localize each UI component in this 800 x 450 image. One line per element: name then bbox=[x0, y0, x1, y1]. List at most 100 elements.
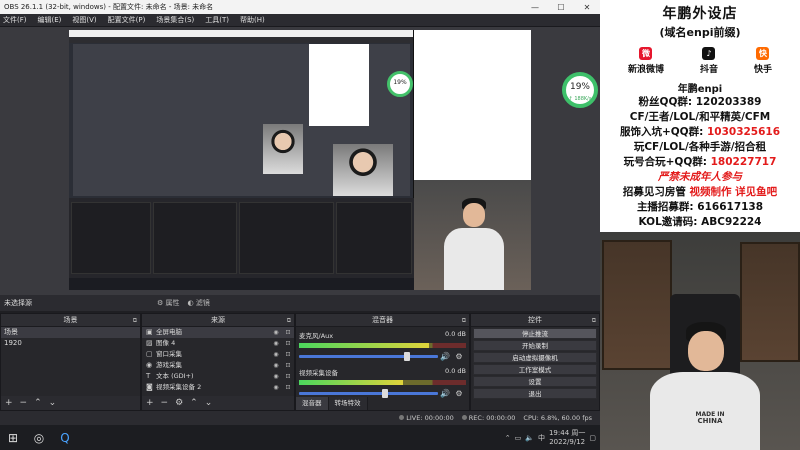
lock-icon[interactable]: ⊡ bbox=[282, 360, 294, 371]
volume-slider[interactable] bbox=[299, 352, 438, 361]
speaker-icon[interactable]: 🔊 bbox=[438, 389, 452, 398]
minimize-icon[interactable]: — bbox=[522, 3, 548, 12]
windows-start-icon[interactable]: ⊞ bbox=[0, 425, 26, 450]
preview-canvas[interactable] bbox=[69, 30, 531, 290]
menu-help[interactable]: 帮助(H) bbox=[240, 15, 265, 25]
properties-button[interactable]: ⚙ 属性 bbox=[157, 298, 180, 308]
scene-item[interactable]: 1920 bbox=[1, 338, 140, 349]
nested-scenes-dock bbox=[71, 202, 151, 274]
mixer-channel: 视频采集设备 0.0 dB 🔊 ⚙ bbox=[299, 367, 466, 401]
visibility-icon[interactable]: ◉ bbox=[270, 371, 282, 382]
stop-streaming-button[interactable]: 停止推流 bbox=[473, 328, 597, 339]
scene-item[interactable]: 场景 bbox=[1, 327, 140, 338]
gear-icon[interactable]: ⚙ bbox=[175, 398, 183, 408]
nested-titlebar bbox=[69, 30, 413, 37]
move-up-icon[interactable]: ⌃ bbox=[34, 398, 42, 408]
gauge-rate: ↑ 188K/s bbox=[568, 96, 592, 102]
visibility-icon[interactable]: ◉ bbox=[270, 338, 282, 349]
ime-icon[interactable]: 中 bbox=[538, 433, 545, 443]
filters-button[interactable]: ◐ 滤镜 bbox=[188, 298, 210, 308]
source-item[interactable]: ◙ 视频采集设备 2 ◉ ⊡ bbox=[142, 382, 294, 393]
dock-float-icon[interactable]: ⧉ bbox=[133, 314, 137, 327]
source-item[interactable]: ▨ 图像 4 ◉ ⊡ bbox=[142, 338, 294, 349]
social-links: 微新浪微博 ♪ 抖音 快快手 bbox=[600, 47, 800, 75]
tray-expand-icon[interactable]: ⌃ bbox=[505, 434, 511, 442]
nested-taskbar bbox=[69, 278, 414, 290]
studio-mode-button[interactable]: 工作室模式 bbox=[473, 364, 597, 375]
menu-view[interactable]: 视图(V) bbox=[72, 15, 96, 25]
browser-taskbar-icon[interactable]: Q bbox=[52, 425, 78, 450]
source-item[interactable]: ▢ 窗口采集 ◉ ⊡ bbox=[142, 349, 294, 360]
visibility-icon[interactable]: ◉ bbox=[270, 349, 282, 360]
settings-button[interactable]: 设置 bbox=[473, 376, 597, 387]
status-bar: LIVE: 00:00:00 REC: 00:00:00 CPU: 6.8%, … bbox=[0, 411, 600, 425]
lock-icon[interactable]: ⊡ bbox=[282, 338, 294, 349]
start-virtual-camera-button[interactable]: 启动虚拟摄像机 bbox=[473, 352, 597, 363]
visibility-icon[interactable]: ◉ bbox=[270, 360, 282, 371]
remove-icon[interactable]: − bbox=[161, 398, 169, 408]
exit-button[interactable]: 退出 bbox=[473, 388, 597, 399]
network-gauge[interactable]: 19% ↑ 188K/s bbox=[562, 72, 598, 108]
slider-knob[interactable] bbox=[382, 389, 389, 398]
promo-lines: 粉丝QQ群: 120203389 CF/王者/LOL/和平精英/CFM 服饰入坑+Q… bbox=[600, 95, 800, 230]
obs-taskbar-icon[interactable]: ◎ bbox=[26, 425, 52, 450]
gear-icon[interactable]: ⚙ bbox=[452, 389, 466, 398]
camera-icon: ◙ bbox=[146, 383, 153, 391]
menu-tools[interactable]: 工具(T) bbox=[205, 15, 229, 25]
dock-float-icon[interactable]: ⧉ bbox=[592, 314, 596, 327]
network-icon[interactable]: ▭ bbox=[515, 434, 522, 442]
gear-icon[interactable]: ⚙ bbox=[452, 352, 466, 361]
nested-obs-capture bbox=[69, 30, 414, 290]
promo-line: 粉丝QQ群: 120203389 bbox=[638, 96, 762, 108]
image-icon: ▨ bbox=[146, 339, 153, 347]
clock[interactable]: 19:44 周一 2022/9/12 bbox=[549, 429, 585, 447]
visibility-icon[interactable]: ◉ bbox=[270, 327, 282, 338]
visibility-icon[interactable]: ◉ bbox=[270, 382, 282, 393]
channel-name: 麦克风/Aux bbox=[299, 332, 334, 340]
slider-knob[interactable] bbox=[404, 352, 411, 361]
lock-icon[interactable]: ⊡ bbox=[282, 327, 294, 338]
lock-icon[interactable]: ⊡ bbox=[282, 371, 294, 382]
nested-preview bbox=[73, 44, 410, 196]
close-icon[interactable]: ✕ bbox=[574, 3, 600, 12]
menu-file[interactable]: 文件(F) bbox=[3, 15, 27, 25]
lock-icon[interactable]: ⊡ bbox=[282, 349, 294, 360]
start-recording-button[interactable]: 开始录制 bbox=[473, 340, 597, 351]
dock-float-icon[interactable]: ⧉ bbox=[287, 314, 291, 327]
volume-slider[interactable] bbox=[299, 389, 438, 398]
move-down-icon[interactable]: ⌄ bbox=[205, 398, 213, 408]
source-label: 图像 4 bbox=[156, 339, 176, 347]
volume-icon[interactable]: 🔈 bbox=[525, 434, 534, 442]
promo-line-number: 180227717 bbox=[710, 156, 777, 168]
promo-line-label: 玩号合玩+QQ群: bbox=[623, 156, 711, 168]
speaker-icon[interactable]: 🔊 bbox=[438, 352, 452, 361]
source-item[interactable]: ▣ 全屏电脑 ◉ ⊡ bbox=[142, 327, 294, 338]
notification-icon[interactable]: ▢ bbox=[589, 434, 596, 442]
mixer-dock-header: 混音器 ⧉ bbox=[296, 314, 469, 327]
menu-scene-collection[interactable]: 场景集合(S) bbox=[156, 15, 194, 25]
mixer-channel: 麦克风/Aux 0.0 dB 🔊 ⚙ bbox=[299, 330, 466, 364]
social-kuaishou: 快快手 bbox=[754, 47, 772, 75]
game-icon: ◉ bbox=[146, 361, 153, 369]
move-down-icon[interactable]: ⌄ bbox=[49, 398, 57, 408]
nested-webcam-overlay bbox=[414, 180, 531, 290]
text-icon: T bbox=[146, 372, 151, 380]
preview-area[interactable]: 19% bbox=[0, 27, 600, 295]
maximize-icon[interactable]: ☐ bbox=[548, 3, 574, 12]
add-icon[interactable]: + bbox=[5, 398, 13, 408]
live-dot-icon bbox=[399, 415, 405, 420]
dock-float-icon[interactable]: ⧉ bbox=[462, 314, 466, 327]
source-item[interactable]: ◉ 游戏采集 ◉ ⊡ bbox=[142, 360, 294, 371]
lock-icon[interactable]: ⊡ bbox=[282, 382, 294, 393]
add-icon[interactable]: + bbox=[146, 398, 154, 408]
source-item[interactable]: T 文本 (GDI+) ◉ ⊡ bbox=[142, 371, 294, 382]
menu-profile[interactable]: 配置文件(P) bbox=[108, 15, 146, 25]
remove-icon[interactable]: − bbox=[20, 398, 28, 408]
menu-edit[interactable]: 编辑(E) bbox=[38, 15, 62, 25]
tab-transitions[interactable]: 转场特效 bbox=[328, 397, 368, 410]
tab-mixer[interactable]: 混音器 bbox=[296, 397, 329, 410]
selected-source-label: 未选择源 bbox=[4, 299, 32, 307]
move-up-icon[interactable]: ⌃ bbox=[190, 398, 198, 408]
promo-line-part: 视频制作 bbox=[685, 186, 732, 198]
controls-dock-title: 控件 bbox=[528, 316, 542, 324]
